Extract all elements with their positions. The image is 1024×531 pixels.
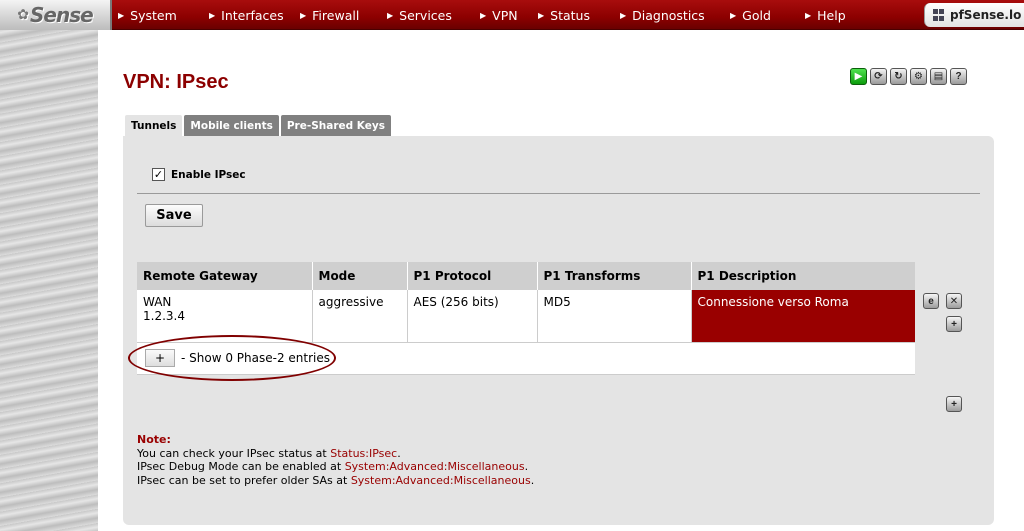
tab-bar: Tunnels Mobile clients Pre-Shared Keys: [125, 115, 391, 136]
col-p1-description: P1 Description: [691, 262, 915, 290]
gateway-ip: 1.2.3.4: [143, 309, 185, 323]
table-header-row: Remote Gateway Mode P1 Protocol P1 Trans…: [137, 262, 915, 290]
menu-vpn[interactable]: ▶ VPN: [480, 0, 538, 30]
menu-arrow-icon: ▶: [730, 10, 737, 20]
delete-icon[interactable]: ✕: [946, 293, 962, 309]
divider: [137, 193, 980, 194]
logo-text: Sense: [30, 3, 94, 27]
menu-arrow-icon: ▶: [118, 10, 125, 20]
note-line-3: IPsec can be set to prefer older SAs at …: [137, 473, 535, 487]
menu-arrow-icon: ▶: [805, 10, 812, 20]
status-ipsec-link[interactable]: Status:IPsec: [330, 447, 397, 460]
cell-p1-protocol: AES (256 bits): [407, 290, 538, 343]
help-icon[interactable]: ?: [950, 68, 967, 85]
note-section: Note: You can check your IPsec status at…: [137, 433, 534, 487]
col-p1-protocol: P1 Protocol: [407, 262, 538, 290]
log-icon[interactable]: ▤: [930, 68, 947, 85]
pfsense-logo[interactable]: ✿ Sense: [0, 0, 112, 30]
tab-pre-shared-keys[interactable]: Pre-Shared Keys: [280, 115, 391, 136]
advanced-misc-link[interactable]: System:Advanced:Miscellaneous: [345, 460, 525, 473]
menu-arrow-icon: ▶: [538, 10, 545, 20]
enable-ipsec-label: Enable IPsec: [171, 168, 246, 181]
col-remote-gateway: Remote Gateway: [137, 262, 313, 290]
gateway-name: WAN: [143, 295, 172, 309]
top-navigation-bar: ✿ Sense ▶ System ▶ Interfaces ▶ Firewall ▶ Se…: [0, 0, 1024, 30]
edit-icon[interactable]: e: [923, 293, 939, 309]
network-icon: [933, 9, 945, 21]
col-mode: Mode: [312, 262, 408, 290]
cell-p1-transforms: MD5: [537, 290, 692, 343]
logo-icon: ✿: [17, 7, 29, 23]
save-button[interactable]: Save: [145, 204, 203, 227]
menu-services[interactable]: ▶ Services: [387, 0, 480, 30]
menu-help[interactable]: ▶ Help: [805, 0, 875, 30]
menu-status[interactable]: ▶ Status: [538, 0, 620, 30]
menu-interfaces[interactable]: ▶ Interfaces: [209, 0, 300, 30]
menu-diagnostics[interactable]: ▶ Diagnostics: [620, 0, 730, 30]
main-menu: ▶ System ▶ Interfaces ▶ Firewall ▶ Services …: [118, 0, 875, 30]
table-row[interactable]: WAN 1.2.3.4 aggressive AES (256 bits) MD…: [137, 290, 915, 343]
menu-arrow-icon: ▶: [209, 10, 216, 20]
settings-icon[interactable]: ⚙: [910, 68, 927, 85]
menu-arrow-icon: ▶: [620, 10, 627, 20]
note-title: Note:: [137, 433, 171, 446]
menu-arrow-icon: ▶: [480, 10, 487, 20]
enable-ipsec-checkbox[interactable]: ✓: [152, 168, 165, 181]
reload-icon[interactable]: ↻: [890, 68, 907, 85]
cell-mode: aggressive: [312, 290, 408, 343]
hostname-badge[interactable]: pfSense.lo: [924, 3, 1024, 27]
restart-icon[interactable]: ⟳: [870, 68, 887, 85]
add-tunnel-icon[interactable]: +: [946, 396, 962, 412]
page-title: VPN: IPsec: [123, 71, 229, 93]
cell-p1-description: Connessione verso Roma: [691, 290, 915, 343]
service-toolbar: ▶ ⟳ ↻ ⚙ ▤ ?: [850, 68, 967, 85]
col-p1-transforms: P1 Transforms: [537, 262, 692, 290]
enable-ipsec-row: ✓ Enable IPsec: [152, 168, 246, 181]
note-line-1: You can check your IPsec status at Statu…: [137, 446, 401, 460]
menu-system[interactable]: ▶ System: [118, 0, 209, 30]
tab-mobile-clients[interactable]: Mobile clients: [184, 115, 279, 136]
menu-gold[interactable]: ▶ Gold: [730, 0, 805, 30]
note-line-2: IPsec Debug Mode can be enabled at Syste…: [137, 460, 529, 473]
menu-arrow-icon: ▶: [387, 10, 394, 20]
add-phase-icon[interactable]: +: [946, 316, 962, 332]
advanced-misc-link-2[interactable]: System:Advanced:Miscellaneous: [351, 474, 531, 487]
tab-tunnels[interactable]: Tunnels: [125, 115, 183, 136]
menu-arrow-icon: ▶: [300, 10, 307, 20]
menu-firewall[interactable]: ▶ Firewall: [300, 0, 387, 30]
play-icon[interactable]: ▶: [850, 68, 867, 85]
highlight-annotation: [128, 335, 336, 381]
